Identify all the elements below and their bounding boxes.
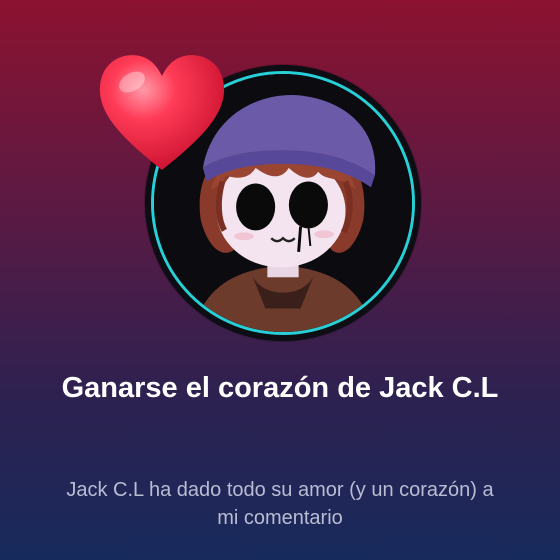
achievement-card: Ganarse el corazón de Jack C.L Jack C.L … xyxy=(0,0,560,560)
achievement-title: Ganarse el corazón de Jack C.L xyxy=(61,372,499,404)
achievement-description: Jack C.L ha dado todo su amor (y un cora… xyxy=(66,479,494,529)
heart-icon xyxy=(92,48,232,178)
